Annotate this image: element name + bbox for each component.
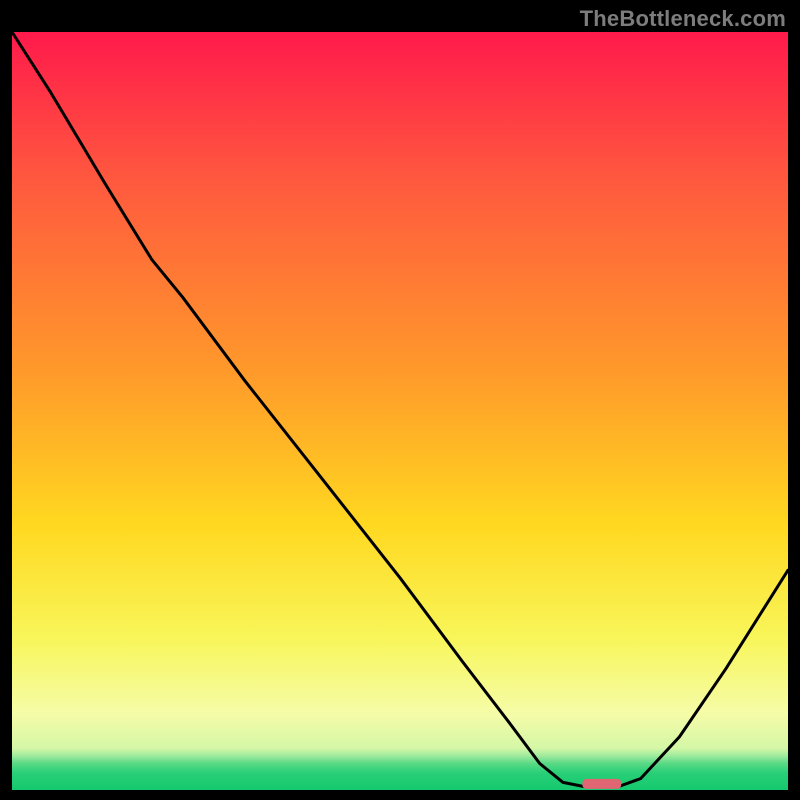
- chart-frame: [12, 32, 788, 790]
- watermark-label: TheBottleneck.com: [580, 6, 786, 32]
- sweet-spot-marker: [582, 779, 621, 789]
- bottleneck-chart: [12, 32, 788, 790]
- chart-background: [12, 32, 788, 790]
